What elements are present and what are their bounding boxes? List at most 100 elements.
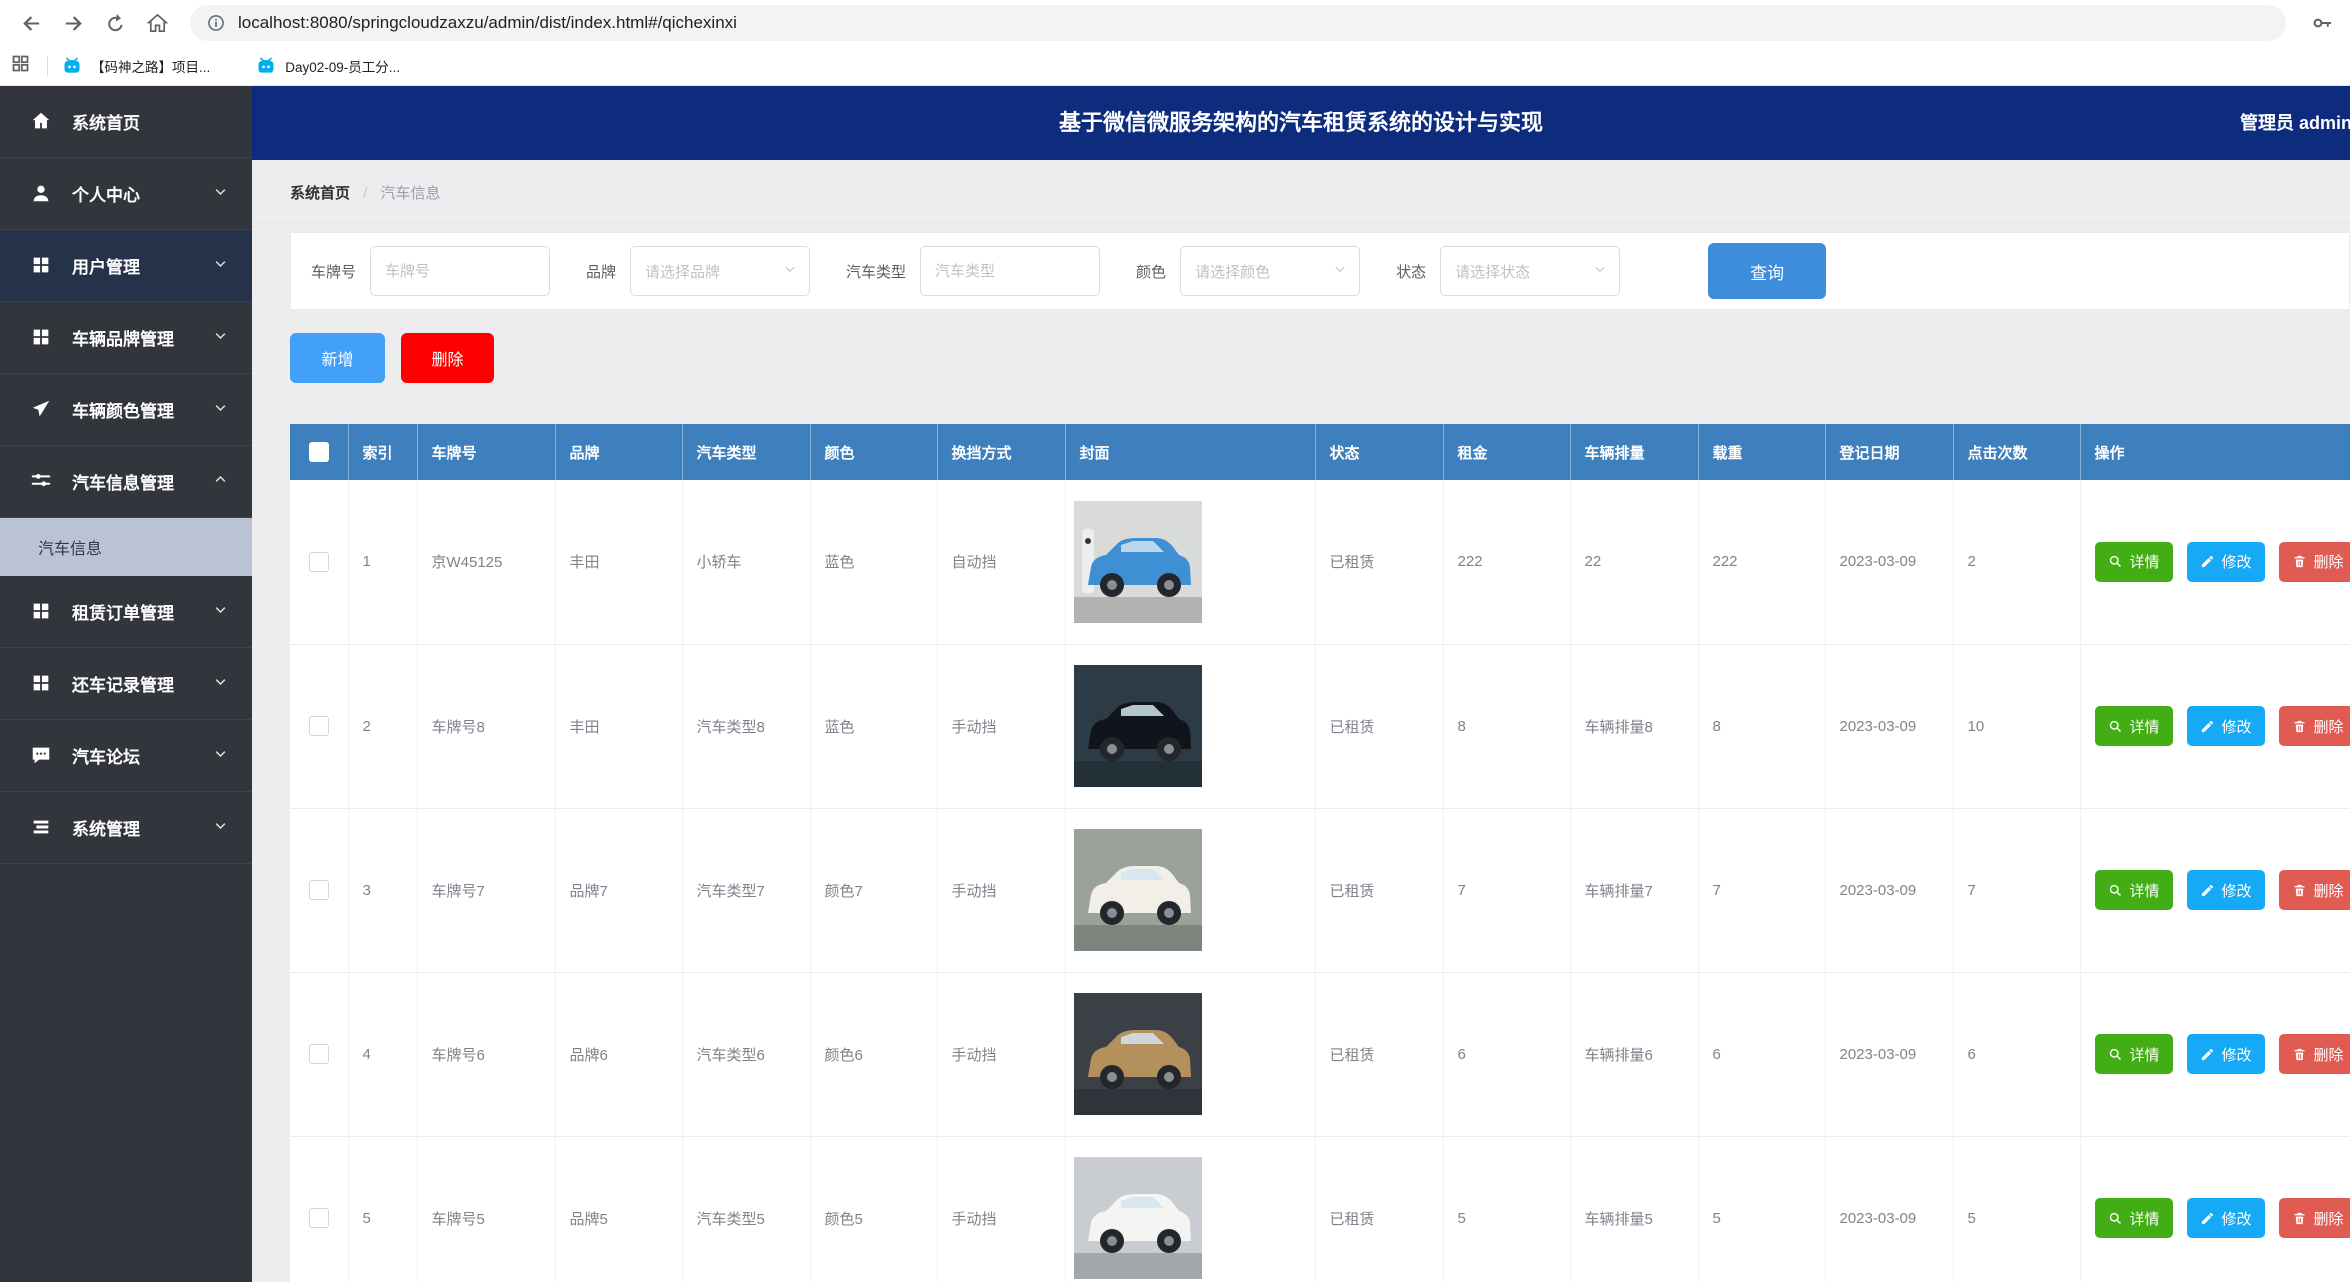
send-icon (30, 398, 54, 422)
cell-index: 2 (348, 644, 418, 809)
detail-button[interactable]: 详情 (2094, 541, 2173, 582)
delete-row-button[interactable]: 删除 (2278, 1034, 2350, 1074)
row-checkbox[interactable] (308, 551, 329, 572)
sidebar-item-label: 车辆颜色管理 (72, 402, 174, 421)
reload-button[interactable] (96, 4, 134, 42)
home-icon (30, 110, 54, 134)
sidebar-item-rental-order-management[interactable]: 租赁订单管理 (0, 576, 252, 648)
main-content: 系统首页 / 汽车信息 车牌号 品牌 请选择品牌 汽车类型 颜色 请选择颜色 状… (252, 160, 2350, 1282)
column-header: 换挡方式 (937, 424, 1066, 480)
edit-button[interactable]: 修改 (2186, 541, 2265, 582)
column-header: 颜色 (810, 424, 938, 480)
type-input[interactable] (920, 246, 1101, 296)
trash-icon (2294, 884, 2305, 896)
cell-type: 汽车类型5 (682, 1136, 811, 1282)
car-photo[interactable] (1073, 665, 1202, 787)
cell-color: 蓝色 (810, 644, 938, 809)
row-checkbox[interactable] (308, 1044, 329, 1064)
cell-displacement: 车辆排量8 (1570, 644, 1699, 809)
magnifier-icon (2109, 884, 2121, 896)
bookmark-item[interactable]: 【码神之路】项目... (62, 56, 210, 76)
sidebar-item-label: 租赁订单管理 (72, 604, 174, 623)
sidebar-item-label: 车辆品牌管理 (72, 330, 174, 349)
color-select[interactable]: 请选择颜色 (1180, 246, 1361, 296)
column-header: 载重 (1698, 424, 1826, 480)
delete-row-button[interactable]: 删除 (2278, 706, 2350, 746)
add-button[interactable]: 新增 (290, 333, 385, 383)
sidebar-item-system-management[interactable]: 系统管理 (0, 792, 252, 864)
sidebar-item-user-management[interactable]: 用户管理 (0, 230, 252, 302)
sidebar-item-home[interactable]: 系统首页 (0, 86, 252, 158)
detail-button[interactable]: 详情 (2094, 1034, 2173, 1074)
apps-grid-icon[interactable] (10, 53, 31, 79)
home-button[interactable] (138, 4, 176, 42)
car-photo[interactable] (1073, 993, 1202, 1115)
detail-button[interactable]: 详情 (2094, 1198, 2173, 1238)
pencil-icon (2201, 1048, 2213, 1060)
trash-icon (2294, 1048, 2305, 1060)
site-info-icon[interactable] (206, 13, 226, 33)
car-photo[interactable] (1073, 1157, 1202, 1279)
row-checkbox[interactable] (308, 716, 329, 736)
edit-button[interactable]: 修改 (2186, 1198, 2265, 1238)
reload-icon (107, 13, 123, 31)
detail-button[interactable]: 详情 (2094, 870, 2173, 910)
cell-actions: 详情 修改 删除 (2080, 480, 2350, 645)
back-button[interactable] (12, 4, 50, 42)
breadcrumb-root[interactable]: 系统首页 (290, 185, 350, 202)
sidebar-item-car-info-management[interactable]: 汽车信息管理 (0, 446, 252, 518)
password-key-icon[interactable] (2310, 11, 2334, 40)
cell-status: 已租赁 (1315, 1136, 1444, 1282)
user-info[interactable]: 管理员 admin (2240, 86, 2350, 160)
detail-button[interactable]: 详情 (2094, 706, 2173, 746)
edit-button[interactable]: 修改 (2186, 1034, 2265, 1074)
car-photo[interactable] (1073, 829, 1202, 951)
delete-row-button[interactable]: 删除 (2278, 1198, 2350, 1238)
cell-color: 蓝色 (810, 480, 938, 645)
row-checkbox[interactable] (308, 1208, 329, 1228)
url-bar[interactable]: localhost:8080/springcloudzaxzu/admin/di… (190, 5, 2286, 41)
query-button[interactable]: 查询 (1708, 243, 1827, 299)
sidebar-item-return-record-management[interactable]: 还车记录管理 (0, 648, 252, 720)
cell-type: 小轿车 (682, 480, 811, 645)
edit-button[interactable]: 修改 (2186, 870, 2265, 910)
chevron-down-icon (213, 184, 228, 204)
row-checkbox[interactable] (308, 880, 329, 900)
delete-row-button[interactable]: 删除 (2278, 870, 2350, 910)
car-photo[interactable] (1073, 500, 1202, 623)
cell-color: 颜色6 (810, 972, 938, 1137)
status-select[interactable]: 请选择状态 (1440, 246, 1621, 296)
header-checkbox-cell (290, 424, 349, 480)
batch-delete-button[interactable]: 删除 (401, 333, 494, 383)
sidebar-item-vehicle-color-management[interactable]: 车辆颜色管理 (0, 374, 252, 446)
sidebar-item-profile[interactable]: 个人中心 (0, 158, 252, 230)
sidebar-item-car-forum[interactable]: 汽车论坛 (0, 720, 252, 792)
bookmark-item[interactable]: Day02-09-员工分... (256, 56, 400, 76)
cell-gear: 手动挡 (937, 1136, 1066, 1282)
column-header: 状态 (1315, 424, 1444, 480)
cell-rent: 8 (1443, 644, 1571, 809)
sidebar-item-vehicle-brand-management[interactable]: 车辆品牌管理 (0, 302, 252, 374)
chevron-down-icon (1593, 262, 1607, 280)
breadcrumb-separator: / (363, 185, 368, 202)
column-header: 租金 (1443, 424, 1571, 480)
cell-color: 颜色5 (810, 1136, 938, 1282)
sidebar-item-label: 汽车论坛 (72, 748, 140, 767)
status-label: 状态 (1396, 263, 1427, 281)
forward-button[interactable] (54, 4, 92, 42)
plate-input[interactable] (370, 246, 551, 296)
app-header: 基于微信微服务架构的汽车租赁系统的设计与实现 管理员 admin (252, 86, 2350, 160)
grid-icon (30, 600, 54, 624)
cell-gear: 手动挡 (937, 972, 1066, 1137)
cell-gear: 手动挡 (937, 808, 1066, 973)
brand-select[interactable]: 请选择品牌 (630, 246, 811, 296)
table-row: 2 车牌号8 丰田 汽车类型8 蓝色 手动挡 已租赁 8 车辆排量8 8 202… (290, 644, 2350, 809)
sidebar-subitem-car-info[interactable]: 汽车信息 (0, 518, 252, 576)
edit-button[interactable]: 修改 (2186, 706, 2265, 746)
select-all-checkbox[interactable] (308, 442, 329, 462)
url-text[interactable]: localhost:8080/springcloudzaxzu/admin/di… (238, 13, 737, 33)
column-header: 汽车类型 (682, 424, 811, 480)
color-label: 颜色 (1136, 263, 1167, 281)
delete-row-button[interactable]: 删除 (2278, 541, 2350, 582)
sidebar-item-label: 系统管理 (72, 820, 140, 839)
